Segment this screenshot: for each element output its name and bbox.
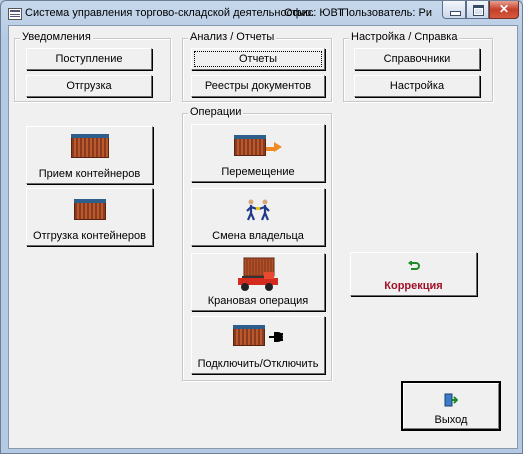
correction-button[interactable]: Коррекция: [350, 252, 477, 296]
directories-label: Справочники: [383, 53, 451, 65]
crane-operation-button[interactable]: Крановая операция: [191, 253, 325, 311]
close-icon[interactable]: [489, 1, 519, 19]
exit-label: Выход: [434, 414, 468, 426]
ship-containers-button[interactable]: Отгрузка контейнеров: [26, 188, 153, 246]
app-icon[interactable]: [8, 8, 22, 20]
notifications-title: Уведомления: [20, 31, 93, 43]
plug-icon: [268, 332, 283, 342]
main-form: Уведомления Поступление Отгрузка Анализ …: [8, 25, 518, 449]
title-bar[interactable]: Система управления торгово-складской дея…: [1, 1, 522, 25]
move-button[interactable]: Перемещение: [191, 124, 325, 182]
receive-containers-label: Прием контейнеров: [38, 168, 141, 180]
user-label: Пользователь: Ри: [341, 7, 432, 19]
crane-truck-icon: [238, 257, 278, 291]
reports-label: Отчеты: [238, 53, 278, 65]
crane-operation-label: Крановая операция: [207, 295, 309, 307]
settings-group: Настройка / Справка Справочники Настройк…: [343, 31, 493, 102]
plug-unplug-button[interactable]: Подключить/Отключить: [191, 316, 325, 374]
container-arrow-icon: [234, 135, 266, 156]
receive-containers-button[interactable]: Прием контейнеров: [26, 126, 153, 184]
exit-door-icon: [444, 393, 458, 407]
outgoing-notify-button[interactable]: Отгрузка: [26, 75, 152, 97]
plug-unplug-label: Подключить/Отключить: [197, 358, 319, 370]
shipping-container-icon: [73, 199, 106, 220]
reports-button[interactable]: Отчеты: [191, 48, 325, 70]
undo-arrow-icon: [407, 261, 420, 270]
document-registers-label: Реестры документов: [204, 80, 312, 92]
setup-label: Настройка: [389, 80, 445, 92]
operations-group: Операции Перемещение Смена владельца Кра…: [182, 106, 332, 381]
correction-label: Коррекция: [384, 280, 443, 292]
change-owner-button[interactable]: Смена владельца: [191, 188, 325, 246]
ship-containers-label: Отгрузка контейнеров: [33, 230, 146, 242]
outgoing-notify-label: Отгрузка: [66, 80, 112, 92]
shipping-container-icon: [70, 134, 109, 158]
change-owner-label: Смена владельца: [212, 230, 304, 242]
incoming-button[interactable]: Поступление: [26, 48, 152, 70]
minimize-icon[interactable]: [442, 1, 466, 19]
arrow-shaft: [266, 146, 274, 151]
incoming-label: Поступление: [55, 53, 123, 65]
window-title: Система управления торгово-складской дея…: [25, 7, 315, 19]
exit-button[interactable]: Выход: [401, 381, 501, 431]
app-window: Система управления торгово-складской дея…: [0, 0, 523, 454]
arrow-head: [274, 142, 282, 152]
operations-title: Операции: [188, 106, 244, 118]
notifications-group: Уведомления Поступление Отгрузка: [14, 31, 171, 102]
setup-button[interactable]: Настройка: [354, 75, 480, 97]
maximize-icon[interactable]: [466, 1, 489, 19]
document-registers-button[interactable]: Реестры документов: [191, 75, 325, 97]
container-plug-icon: [232, 325, 265, 346]
analysis-title: Анализ / Отчеты: [188, 31, 277, 43]
settings-title: Настройка / Справка: [349, 31, 460, 43]
analysis-group: Анализ / Отчеты Отчеты Реестры документо…: [182, 31, 332, 102]
two-people-icon: [246, 199, 270, 221]
move-label: Перемещение: [221, 166, 295, 178]
directories-button[interactable]: Справочники: [354, 48, 480, 70]
office-label: Офис: ЮВТ: [284, 7, 344, 19]
